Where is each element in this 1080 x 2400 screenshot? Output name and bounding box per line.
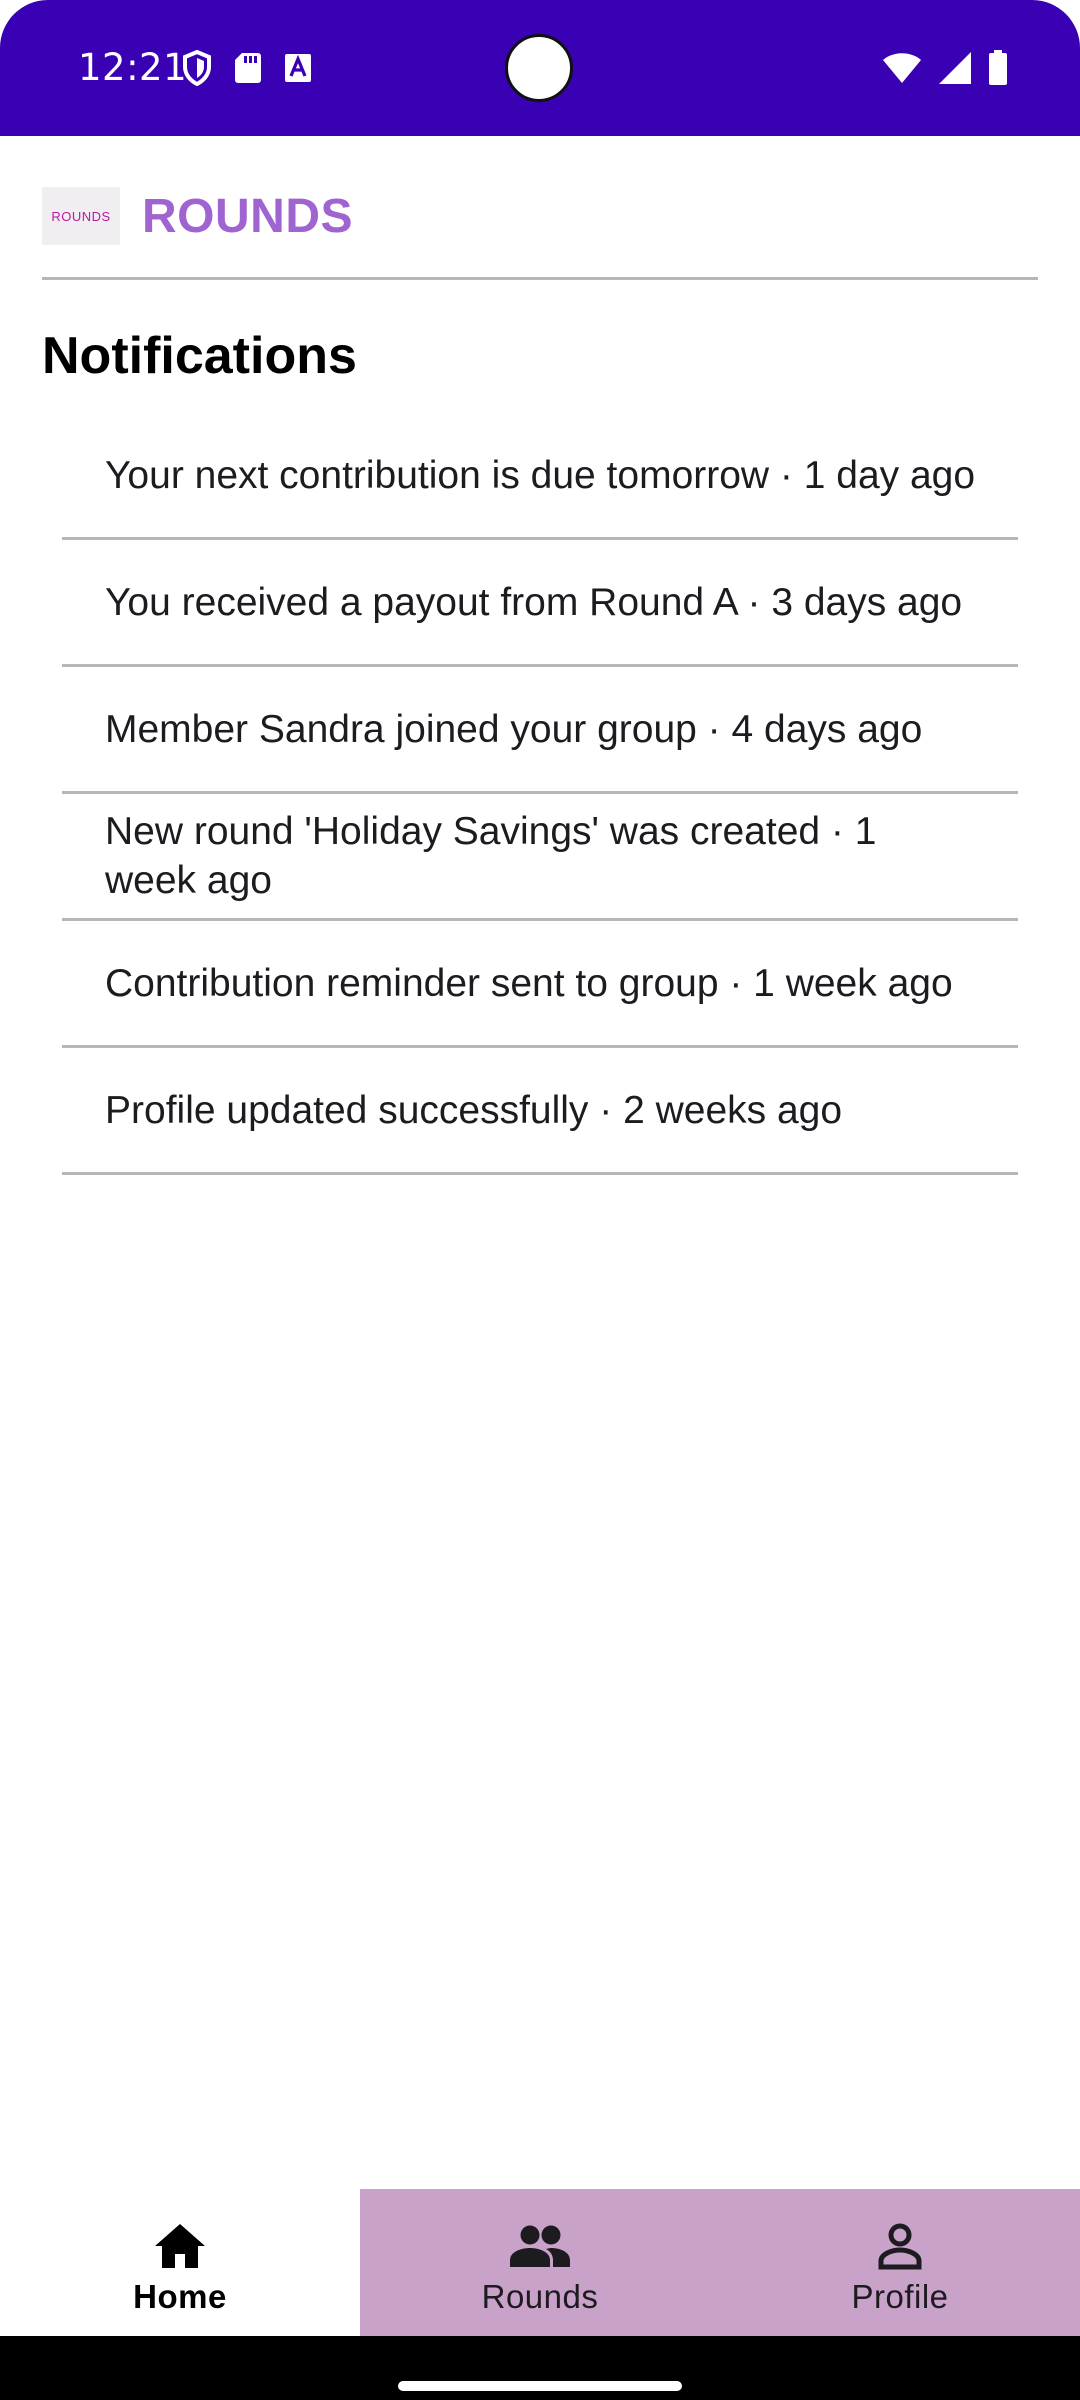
notification-text: Your next contribution is due tomorrow ·… [105, 453, 976, 497]
screen: 12:21 ROUNDS ROUNDS Notifications Your n… [0, 0, 1080, 2400]
nav-tab-rounds[interactable]: Rounds [360, 2189, 720, 2336]
notification-list: Your next contribution is due tomorrow ·… [62, 413, 1018, 1175]
notification-text: Member Sandra joined your group · 4 days… [105, 707, 923, 751]
group-icon [509, 2218, 571, 2274]
header-divider [42, 277, 1038, 280]
sd-card-icon [234, 52, 262, 84]
battery-icon [988, 50, 1008, 91]
notification-item[interactable]: Contribution reminder sent to group · 1 … [62, 921, 1018, 1048]
notification-item[interactable]: New round 'Holiday Savings' was created … [62, 794, 1018, 921]
app-title: ROUNDS [142, 189, 354, 243]
wifi-icon [882, 52, 922, 89]
bottom-navigation: Home Rounds Profile [0, 2189, 1080, 2336]
nav-tab-home[interactable]: Home [0, 2189, 360, 2336]
notification-text: Profile updated successfully · 2 weeks a… [105, 1088, 843, 1132]
font-a-icon [284, 53, 312, 83]
notifications-title: Notifications [42, 327, 357, 385]
notification-item[interactable]: Your next contribution is due tomorrow ·… [62, 413, 1018, 540]
status-right-icons [882, 50, 1008, 91]
app-logo: ROUNDS [42, 187, 120, 245]
signal-icon [938, 51, 972, 90]
notification-item[interactable]: You received a payout from Round A · 3 d… [62, 540, 1018, 667]
nav-label-home: Home [133, 2277, 227, 2315]
home-gesture-handle[interactable] [398, 2381, 682, 2391]
shield-icon [182, 50, 212, 86]
notification-item[interactable]: Profile updated successfully · 2 weeks a… [62, 1048, 1018, 1175]
home-icon [153, 2218, 207, 2274]
notification-text: You received a payout from Round A · 3 d… [105, 580, 963, 624]
status-bar: 12:21 [0, 0, 1080, 136]
logo-text: ROUNDS [51, 208, 111, 224]
nav-label-profile: Profile [851, 2277, 949, 2315]
status-time: 12:21 [78, 46, 188, 89]
notification-text: Contribution reminder sent to group · 1 … [105, 961, 953, 1005]
notification-item[interactable]: Member Sandra joined your group · 4 days… [62, 667, 1018, 794]
nav-tab-profile[interactable]: Profile [720, 2189, 1080, 2336]
camera-cutout [505, 34, 573, 102]
notification-text: New round 'Holiday Savings' was created … [105, 810, 877, 902]
status-left-icons [182, 50, 312, 86]
person-icon [877, 2218, 923, 2274]
nav-label-rounds: Rounds [481, 2277, 599, 2315]
app-header: ROUNDS ROUNDS [42, 186, 353, 246]
